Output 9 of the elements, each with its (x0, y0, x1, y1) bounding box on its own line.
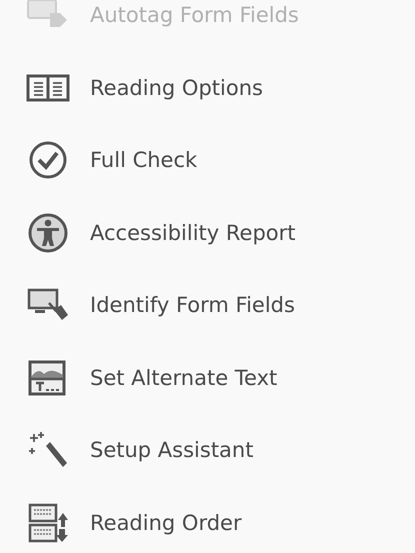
tool-item-label[interactable]: Identify Form Fields (90, 293, 295, 318)
accessibility-icon (26, 212, 70, 253)
tool-item-label[interactable]: Setup Assistant (90, 438, 254, 462)
tool-item-label[interactable]: Full Check (90, 148, 198, 172)
reorder-icon (26, 502, 70, 543)
tool-item-label[interactable]: Accessibility Report (90, 220, 296, 245)
tool-item-label[interactable]: Set Alternate Text (90, 366, 278, 390)
tool-item-label[interactable]: Reading Options (90, 76, 263, 100)
tool-item-label[interactable]: Reading Order (90, 510, 242, 535)
